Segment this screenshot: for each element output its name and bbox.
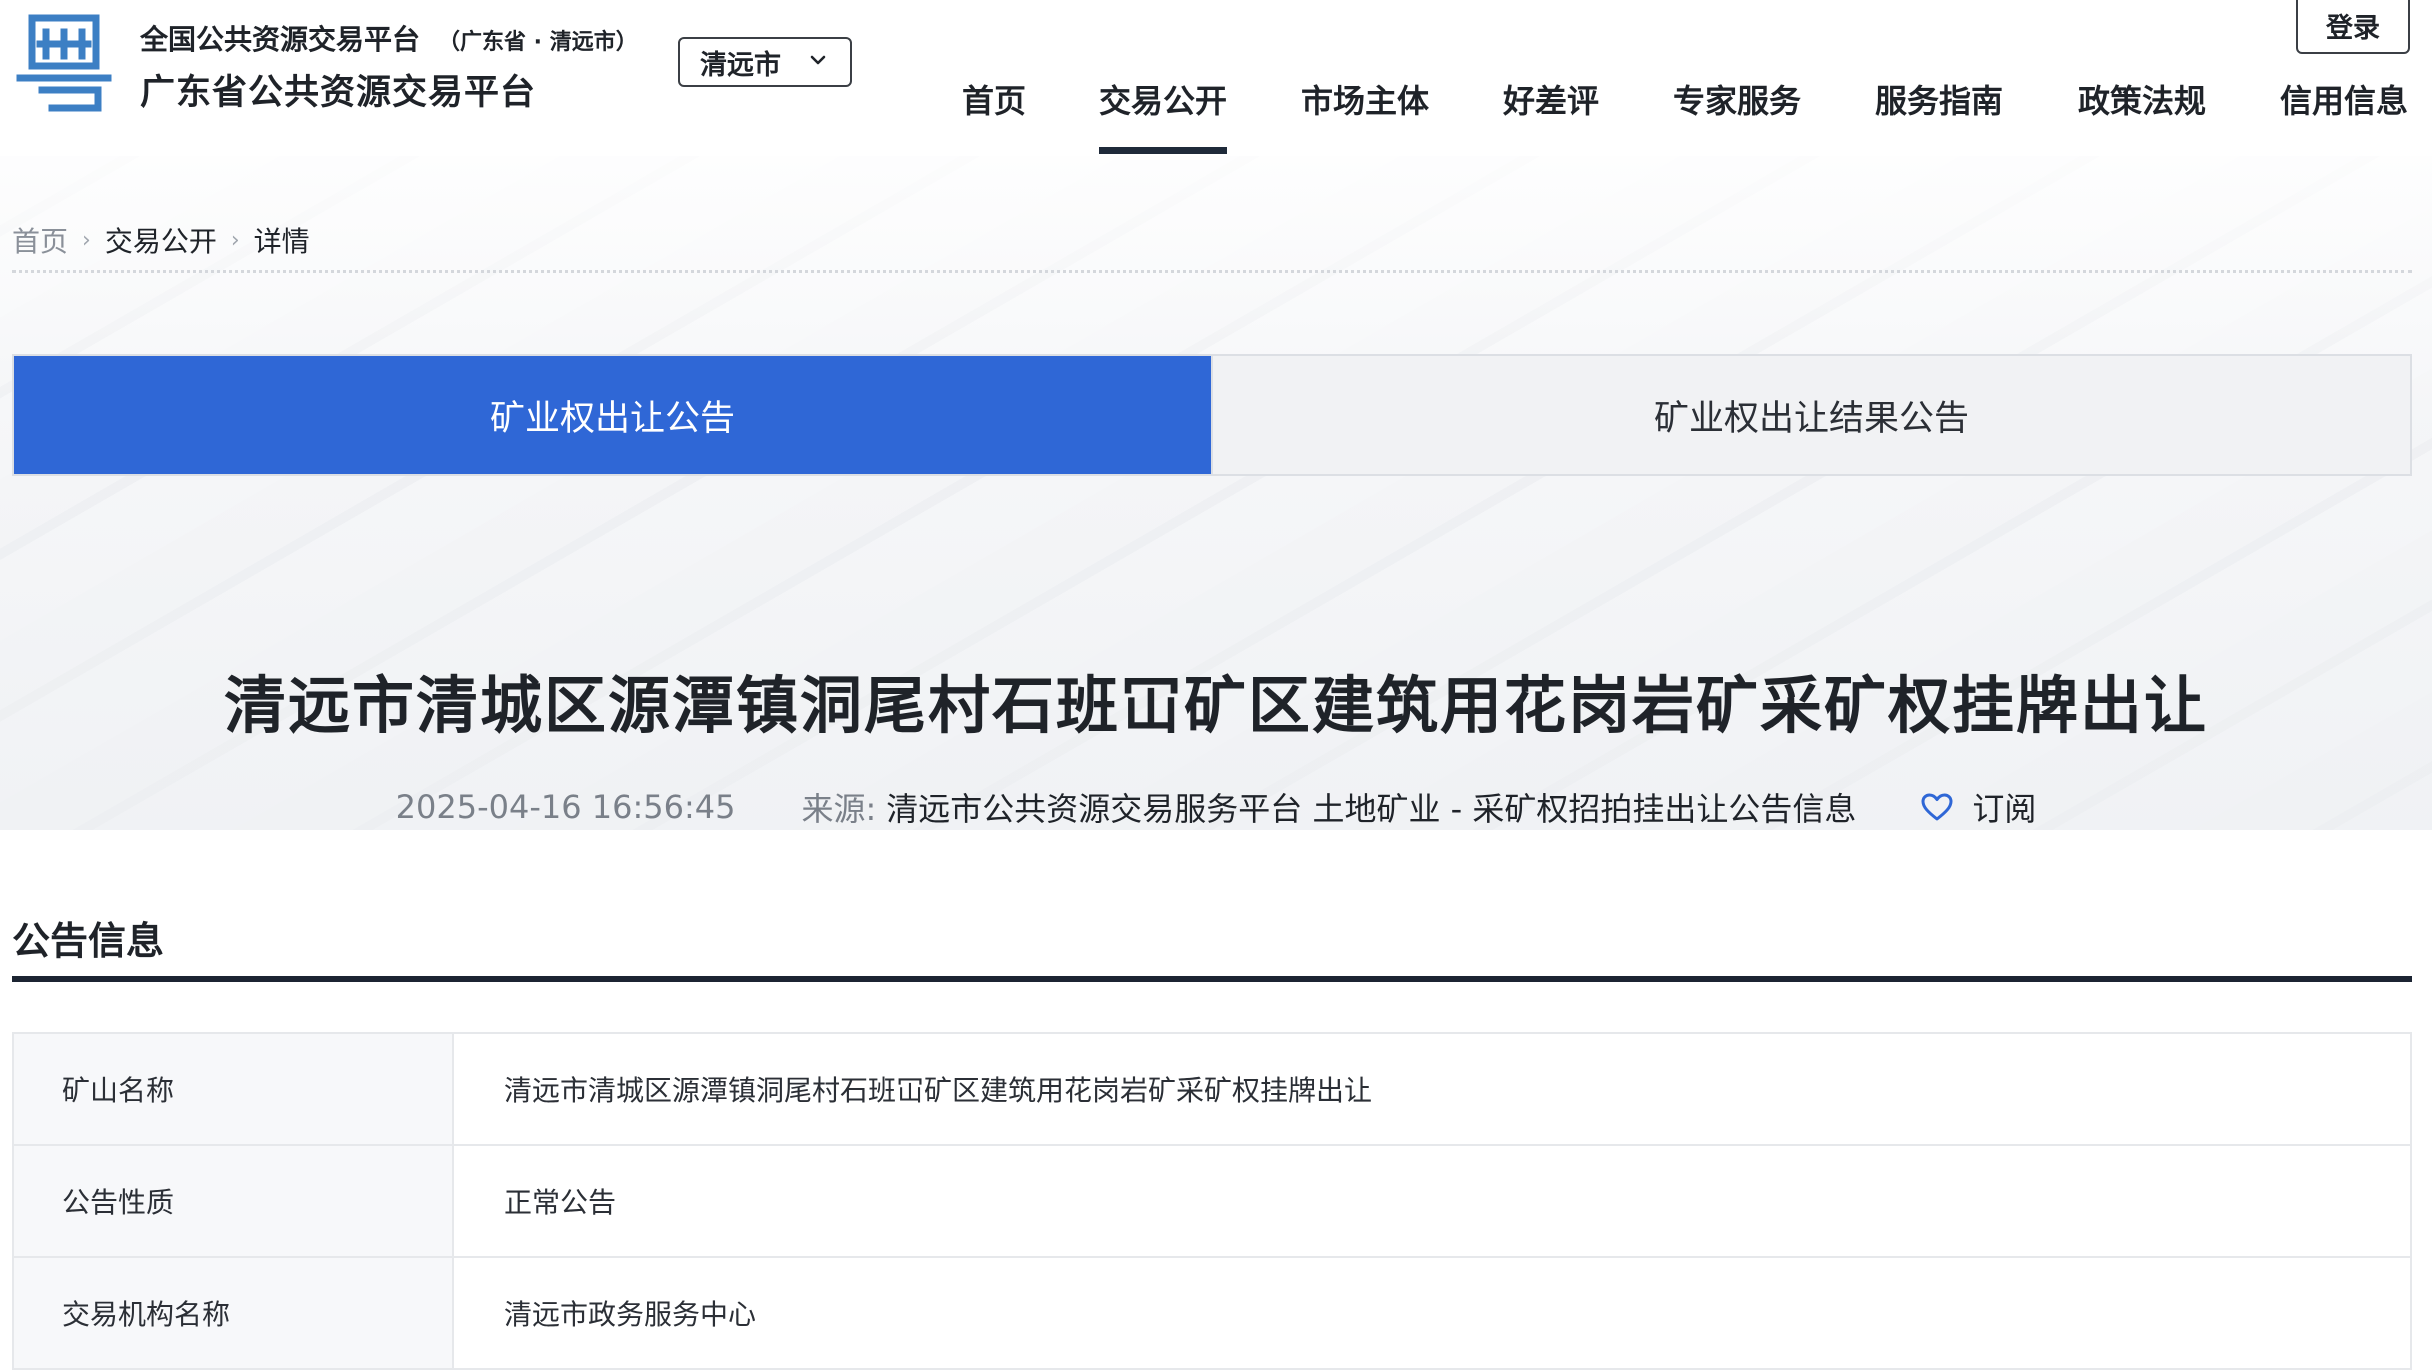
section-divider <box>12 976 2412 982</box>
nav-item-service-guide[interactable]: 服务指南 <box>1875 76 2003 154</box>
city-select-value: 清远市 <box>700 49 781 81</box>
brand-main-title[interactable]: 广东省公共资源交易平台 <box>140 64 536 115</box>
subscribe-label: 订阅 <box>1972 790 2037 828</box>
tab-transfer-result-notice[interactable]: 矿业权出让结果公告 <box>1211 356 2410 474</box>
table-key: 公告性质 <box>14 1146 454 1256</box>
brand-top-region: （广东省 · 清远市） <box>438 30 638 55</box>
brand-top-title: 全国公共资源交易平台 <box>140 23 421 56</box>
table-key: 矿山名称 <box>14 1034 454 1144</box>
breadcrumb-home[interactable]: 首页 <box>12 220 68 260</box>
chevron-right-icon: › <box>230 227 240 253</box>
publish-date: 2025-04-16 16:56:45 <box>395 788 736 826</box>
table-value: 清远市政务服务中心 <box>504 1298 757 1331</box>
table-row: 公告性质 正常公告 <box>14 1146 2410 1258</box>
table-value: 正常公告 <box>504 1186 617 1219</box>
nav-item-home[interactable]: 首页 <box>962 76 1026 154</box>
nav-item-policies[interactable]: 政策法规 <box>2078 76 2206 154</box>
city-select[interactable]: 清远市 <box>678 37 852 87</box>
table-row: 交易机构名称 清远市政务服务中心 <box>14 1258 2410 1370</box>
article-meta: 2025-04-16 16:56:45 来源: 清远市公共资源交易服务平台 土地… <box>0 784 2432 830</box>
nav-item-reviews[interactable]: 好差评 <box>1503 76 1599 154</box>
breadcrumb-current: 详情 <box>253 225 310 258</box>
page-title: 清远市清城区源潭镇洞尾村石班冚矿区建筑用花岗岩矿采矿权挂牌出让 <box>223 669 2208 742</box>
heart-icon <box>1921 793 1953 821</box>
nav-item-credit-info[interactable]: 信用信息 <box>2280 76 2408 154</box>
nav-item-market-entities[interactable]: 市场主体 <box>1301 76 1429 154</box>
site-header: 全国公共资源交易平台 （广东省 · 清远市） 广东省公共资源交易平台 清远市 登录… <box>0 0 2432 158</box>
section-title: 公告信息 <box>12 919 165 963</box>
table-value: 清远市清城区源潭镇洞尾村石班冚矿区建筑用花岗岩矿采矿权挂牌出让 <box>504 1074 1373 1107</box>
tab-transfer-notice[interactable]: 矿业权出让公告 <box>14 356 1211 474</box>
chevron-down-icon <box>810 55 826 65</box>
subscribe-button[interactable]: 订阅 <box>1920 784 2036 830</box>
breadcrumb: 首页 › 交易公开 › 详情 <box>12 220 310 260</box>
source-text: 清远市公共资源交易服务平台 土地矿业 - 采矿权招拍挂出让公告信息 <box>886 790 1857 828</box>
breadcrumb-section[interactable]: 交易公开 <box>105 220 217 260</box>
info-table: 矿山名称 清远市清城区源潭镇洞尾村石班冚矿区建筑用花岗岩矿采矿权挂牌出让 公告性… <box>12 1032 2412 1370</box>
brand-top: 全国公共资源交易平台 （广东省 · 清远市） <box>140 18 638 58</box>
table-row: 矿山名称 清远市清城区源潭镇洞尾村石班冚矿区建筑用花岗岩矿采矿权挂牌出让 <box>14 1034 2410 1146</box>
guangdong-logo-icon[interactable] <box>12 10 116 116</box>
login-button[interactable]: 登录 <box>2296 0 2410 54</box>
nav-item-expert-services[interactable]: 专家服务 <box>1673 76 1801 154</box>
announcement-tabs: 矿业权出让公告 矿业权出让结果公告 <box>12 354 2412 476</box>
table-key: 交易机构名称 <box>14 1258 454 1368</box>
breadcrumb-divider <box>12 270 2412 273</box>
source-label: 来源: <box>801 790 877 828</box>
nav-item-transactions[interactable]: 交易公开 <box>1099 76 1228 154</box>
chevron-right-icon: › <box>82 227 91 253</box>
